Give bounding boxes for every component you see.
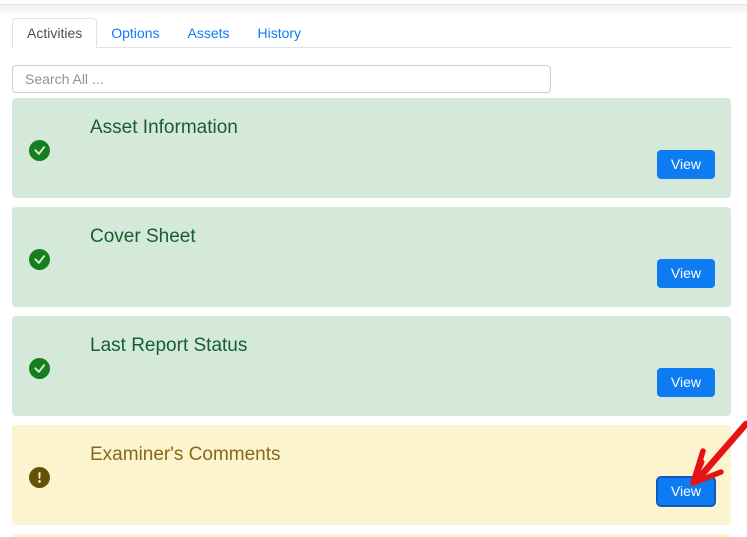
view-button[interactable]: View — [656, 150, 715, 179]
card-cover-sheet: Cover Sheet View — [12, 207, 731, 307]
check-circle-icon — [29, 249, 50, 270]
tab-assets[interactable]: Assets — [173, 18, 243, 48]
main-content: Activities Options Assets History Asset … — [12, 18, 731, 537]
tab-bar: Activities Options Assets History — [12, 18, 731, 48]
tab-options[interactable]: Options — [97, 18, 173, 48]
view-button[interactable]: View — [656, 259, 715, 288]
exclamation-circle-icon — [29, 467, 50, 488]
card-last-report-status: Last Report Status View — [12, 316, 731, 416]
card-title: Examiner's Comments — [90, 444, 281, 465]
view-button[interactable]: View — [656, 368, 715, 397]
card-title: Asset Information — [90, 117, 238, 138]
card-title: Last Report Status — [90, 335, 248, 356]
check-circle-icon — [29, 140, 50, 161]
search-input[interactable] — [12, 65, 551, 93]
tab-history[interactable]: History — [244, 18, 316, 48]
card-title: Cover Sheet — [90, 226, 196, 247]
view-button[interactable]: View — [655, 476, 717, 507]
top-scroll-shadow — [0, 4, 747, 16]
card-examiners-comments: Examiner's Comments View — [12, 425, 731, 525]
tab-activities[interactable]: Activities — [12, 18, 98, 48]
card-asset-information: Asset Information View — [12, 98, 731, 198]
check-circle-icon — [29, 358, 50, 379]
